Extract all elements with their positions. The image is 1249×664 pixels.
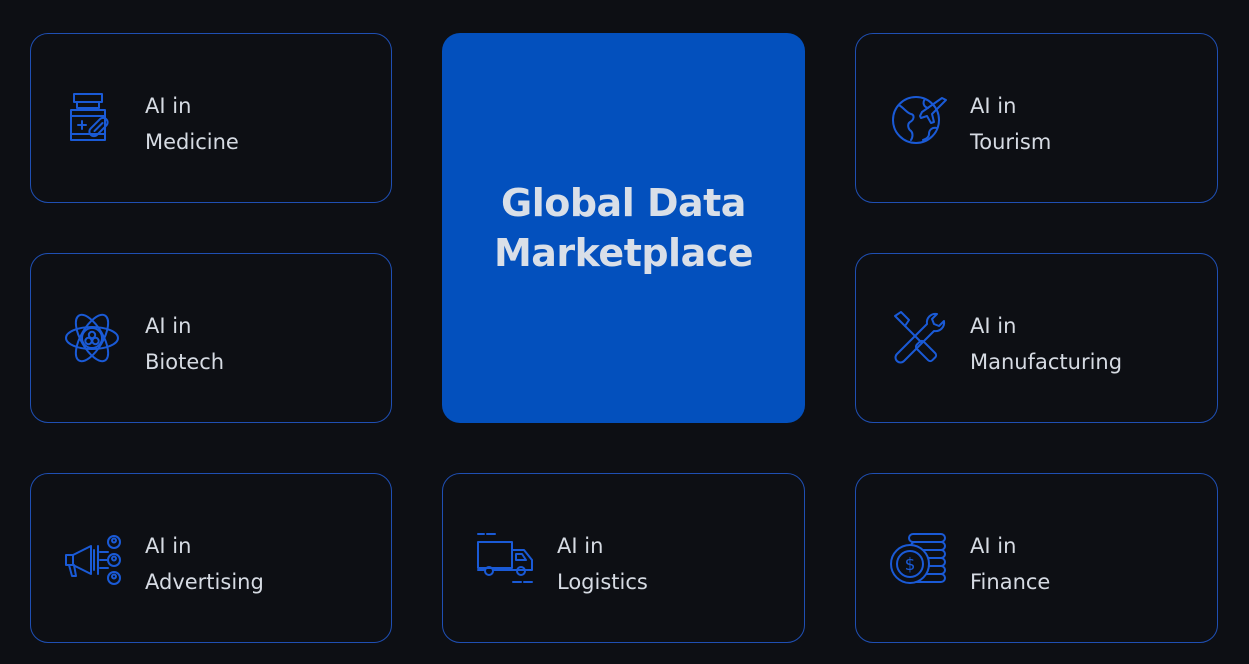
- marketplace-diagram: AI in Medicine AI in Tourism AI in Biote…: [0, 0, 1249, 664]
- tools-icon: [889, 308, 949, 368]
- global-data-marketplace-hub: Global Data Marketplace: [442, 33, 805, 423]
- card-label: AI in Medicine: [145, 94, 239, 154]
- card-label: AI in Logistics: [557, 534, 648, 594]
- atom-icon: [64, 308, 124, 368]
- card-label: AI in Advertising: [145, 534, 264, 594]
- card-label: AI in Tourism: [970, 94, 1052, 154]
- card-biotech[interactable]: AI in Biotech: [30, 253, 392, 423]
- card-medicine[interactable]: AI in Medicine: [30, 33, 392, 203]
- card-manufacturing[interactable]: AI in Manufacturing: [855, 253, 1218, 423]
- globe-plane-icon: [889, 88, 949, 148]
- card-advertising[interactable]: AI in Advertising: [30, 473, 392, 643]
- coins-icon: $: [889, 528, 949, 588]
- card-label: AI in Biotech: [145, 314, 225, 374]
- hub-title: Global Data Marketplace: [493, 181, 754, 275]
- truck-icon: [476, 528, 536, 588]
- card-logistics[interactable]: AI in Logistics: [442, 473, 805, 643]
- card-label: AI in Manufacturing: [970, 314, 1123, 374]
- svg-text:$: $: [905, 555, 916, 575]
- card-label: AI in Finance: [970, 534, 1051, 594]
- card-tourism[interactable]: AI in Tourism: [855, 33, 1218, 203]
- card-finance[interactable]: $ AI in Finance: [855, 473, 1218, 643]
- megaphone-icon: [64, 528, 124, 588]
- medicine-icon: [64, 88, 124, 148]
